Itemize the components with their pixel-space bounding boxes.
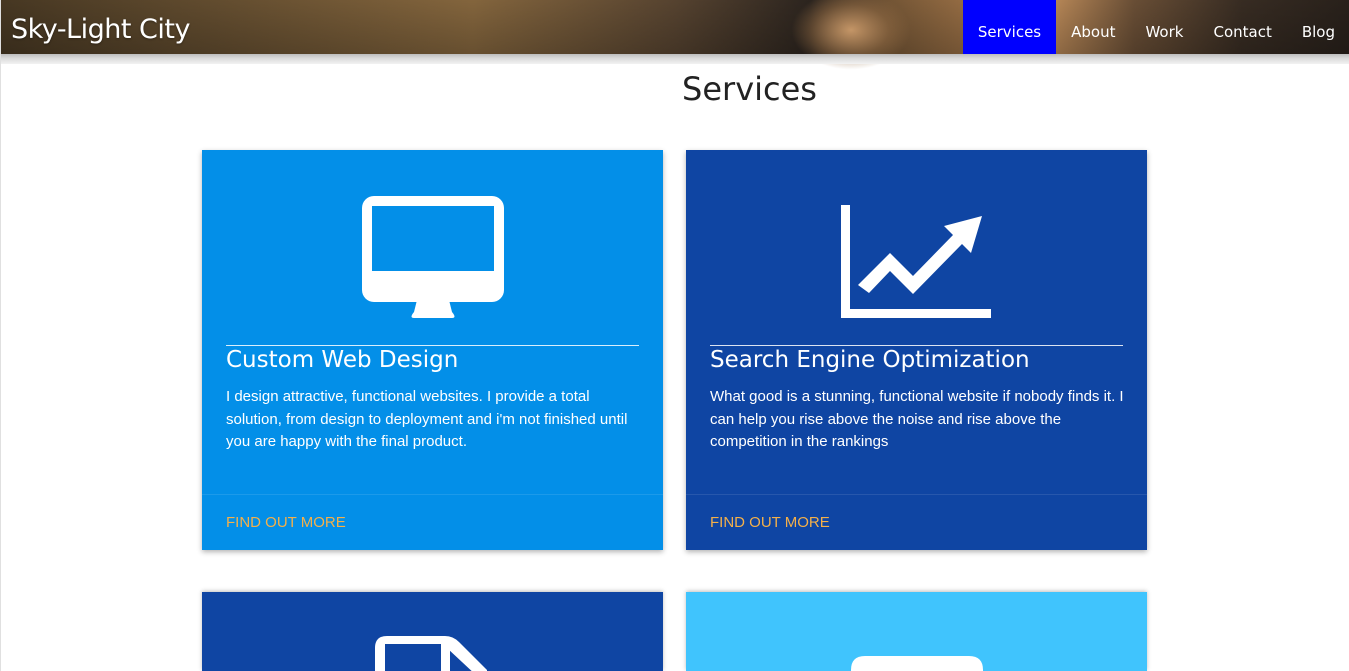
find-out-more-link[interactable]: FIND OUT MORE xyxy=(226,514,346,531)
card-text: I design attractive, functional websites… xyxy=(226,388,628,450)
service-card-4 xyxy=(686,592,1147,671)
header-shadow xyxy=(1,54,1349,64)
find-out-more-link[interactable]: FIND OUT MORE xyxy=(710,514,830,531)
page: Sky-Light City Services About Work Conta… xyxy=(0,0,1349,671)
card-divider xyxy=(226,345,639,346)
site-logo[interactable]: Sky-Light City xyxy=(11,14,190,45)
card-divider xyxy=(710,345,1123,346)
section-title: Services xyxy=(682,70,817,108)
line-chart-trending-up-icon xyxy=(686,205,1147,320)
desktop-monitor-icon xyxy=(202,196,663,319)
truck-icon xyxy=(202,636,663,671)
service-card-3 xyxy=(202,592,663,671)
card-text: What good is a stunning, functional webs… xyxy=(710,388,1124,450)
rounded-box-icon xyxy=(686,656,1147,671)
site-header: Sky-Light City Services About Work Conta… xyxy=(1,0,1349,70)
card-title: Custom Web Design xyxy=(226,347,459,373)
card-title: Search Engine Optimization xyxy=(710,347,1030,373)
service-card-seo: Search Engine Optimization What good is … xyxy=(686,150,1147,550)
service-card-web-design: Custom Web Design I design attractive, f… xyxy=(202,150,663,550)
